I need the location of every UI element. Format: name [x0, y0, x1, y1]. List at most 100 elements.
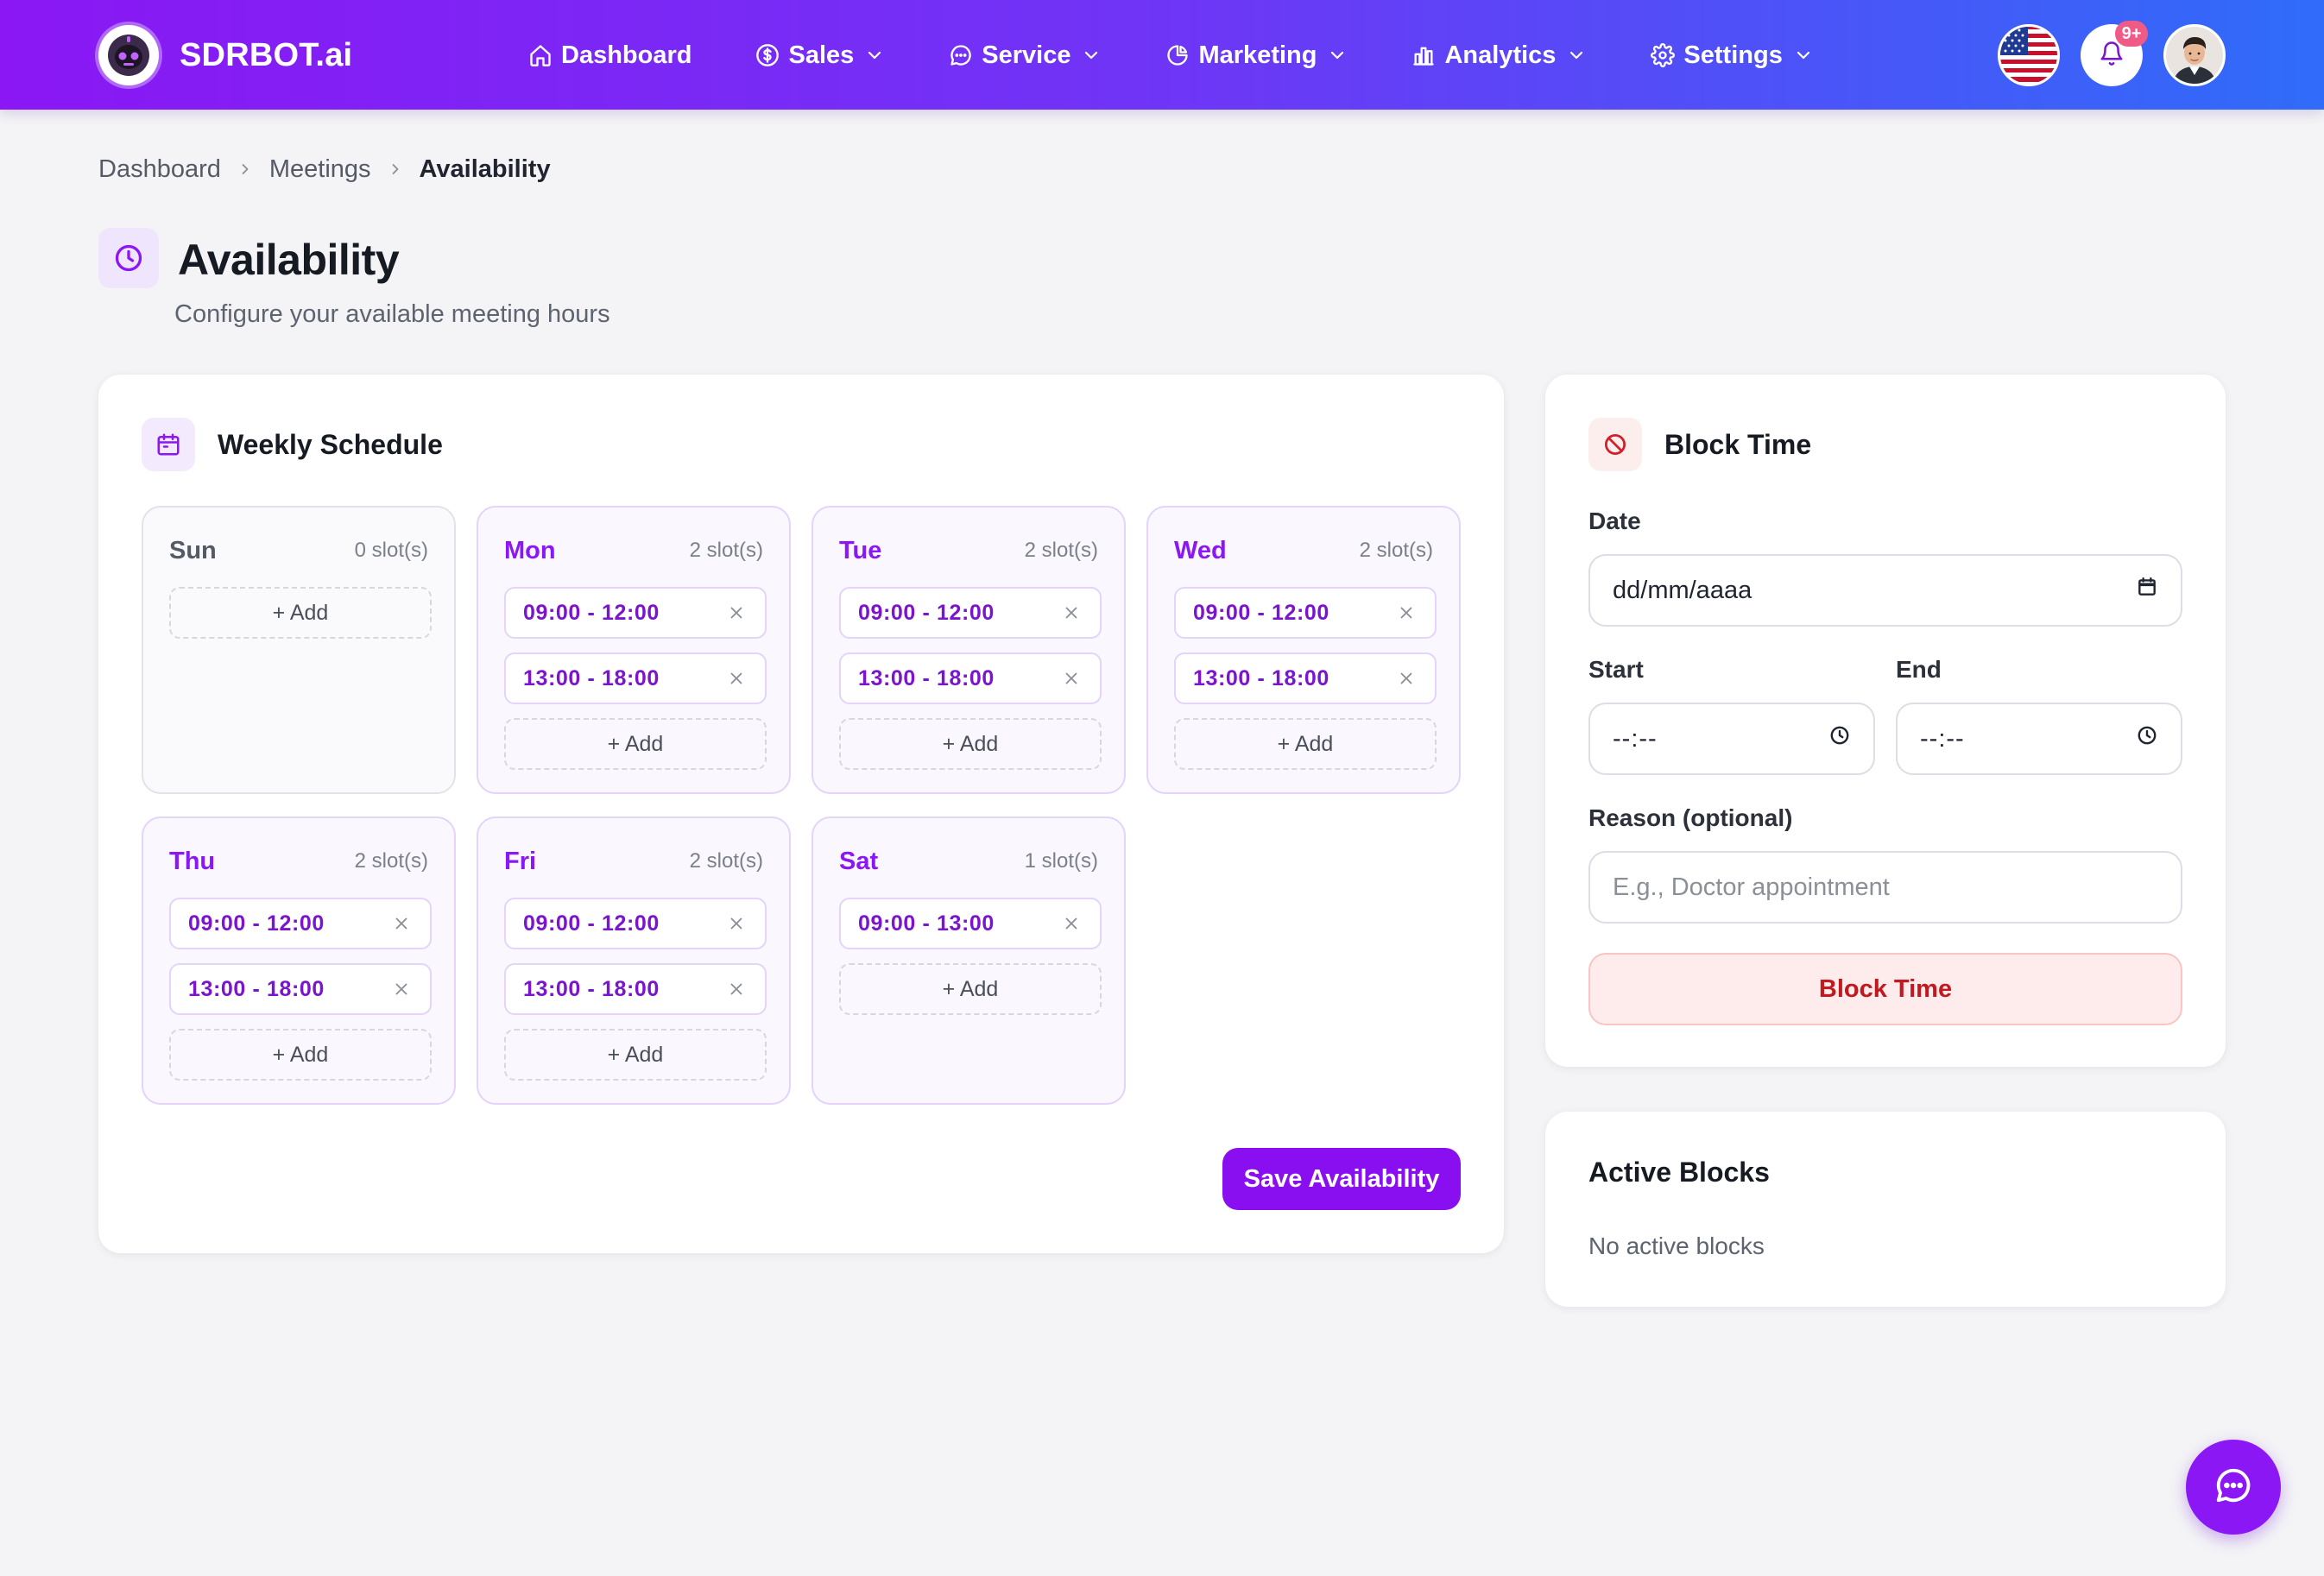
brand[interactable]: SDRBOT.ai [98, 24, 352, 86]
chevron-down-icon [864, 45, 885, 66]
add-slot-button[interactable]: + Add [1174, 718, 1437, 770]
chevron-right-icon [387, 161, 404, 178]
start-time-value: --:-- [1613, 724, 1658, 753]
main-nav: Dashboard Sales Service Marketing Analyt… [528, 31, 1878, 79]
day-name: Sun [169, 536, 217, 564]
chat-icon [2213, 1466, 2253, 1510]
slot-time: 13:00 - 18:00 [188, 976, 325, 1001]
active-blocks-card: Active Blocks No active blocks [1545, 1112, 2226, 1307]
time-slot: 13:00 - 18:00 [169, 963, 432, 1015]
start-time-input[interactable]: --:-- [1588, 703, 1875, 775]
slot-count: 1 slot(s) [1024, 849, 1098, 873]
block-time-header: Block Time [1588, 418, 1811, 471]
nav-item-marketing[interactable]: Marketing [1165, 41, 1348, 70]
user-avatar[interactable] [2163, 24, 2226, 86]
slot-time: 09:00 - 12:00 [1193, 600, 1329, 625]
weekly-schedule-card: Weekly Schedule Sun 0 slot(s) + Add Mon 2 … [98, 375, 1504, 1253]
day-name: Wed [1174, 536, 1227, 564]
dollar-circle-icon [755, 43, 780, 67]
remove-slot-icon[interactable] [727, 980, 746, 999]
clock-icon [98, 228, 159, 288]
remove-slot-icon[interactable] [1062, 914, 1081, 933]
time-slot: 09:00 - 12:00 [169, 898, 432, 949]
slot-time: 09:00 - 12:00 [523, 600, 660, 625]
nav-item-settings[interactable]: Settings [1651, 41, 1813, 70]
date-input[interactable]: dd/mm/aaaa [1588, 554, 2182, 627]
reason-placeholder: E.g., Doctor appointment [1613, 873, 1890, 901]
remove-slot-icon[interactable] [392, 914, 411, 933]
nav-item-label: Analytics [1444, 41, 1557, 69]
chevron-down-icon [1081, 45, 1102, 66]
nav-item-analytics[interactable]: Analytics [1411, 41, 1587, 70]
remove-slot-icon[interactable] [1397, 603, 1416, 622]
remove-slot-icon[interactable] [1062, 603, 1081, 622]
nav-item-sales[interactable]: Sales [755, 41, 885, 70]
day-name: Fri [504, 847, 537, 875]
gear-icon [1651, 43, 1676, 67]
remove-slot-icon[interactable] [727, 914, 746, 933]
day-tue: Tue 2 slot(s) 09:00 - 12:00 13:00 - 18:00… [812, 506, 1126, 794]
top-navbar: SDRBOT.ai Dashboard Sales Service Market… [0, 0, 2324, 110]
slot-count: 0 slot(s) [354, 539, 428, 562]
add-slot-button[interactable]: + Add [504, 1029, 767, 1081]
clock-icon[interactable] [1828, 724, 1851, 753]
date-value: dd/mm/aaaa [1613, 576, 1752, 604]
slot-count: 2 slot(s) [354, 849, 428, 873]
add-slot-button[interactable]: + Add [839, 963, 1102, 1015]
time-slot: 09:00 - 12:00 [1174, 587, 1437, 639]
nav-item-service[interactable]: Service [949, 41, 1102, 70]
block-time-button[interactable]: Block Time [1588, 953, 2182, 1025]
chat-launcher-button[interactable] [2186, 1440, 2281, 1535]
notifications-button[interactable]: 9+ [2081, 21, 2148, 86]
slot-count: 2 slot(s) [689, 849, 763, 873]
add-slot-button[interactable]: + Add [169, 1029, 432, 1081]
slot-time: 13:00 - 18:00 [523, 976, 660, 1001]
add-slot-button[interactable]: + Add [839, 718, 1102, 770]
end-time-input[interactable]: --:-- [1896, 703, 2182, 775]
day-mon: Mon 2 slot(s) 09:00 - 12:00 13:00 - 18:00… [477, 506, 791, 794]
time-slot: 09:00 - 13:00 [839, 898, 1102, 949]
breadcrumb: Dashboard Meetings Availability [98, 154, 551, 185]
nav-item-label: Sales [788, 41, 855, 69]
slot-time: 09:00 - 12:00 [523, 911, 660, 936]
day-name: Sat [839, 847, 879, 875]
time-slot: 13:00 - 18:00 [1174, 652, 1437, 704]
date-label: Date [1588, 507, 1641, 534]
add-slot-button[interactable]: + Add [504, 718, 767, 770]
remove-slot-icon[interactable] [727, 603, 746, 622]
nav-item-dashboard[interactable]: Dashboard [528, 41, 692, 70]
time-slot: 09:00 - 12:00 [504, 898, 767, 949]
remove-slot-icon[interactable] [1062, 669, 1081, 688]
breadcrumb-availability: Availability [419, 154, 551, 183]
start-label: Start [1588, 656, 1644, 683]
clock-icon[interactable] [2136, 724, 2158, 753]
robot-icon [98, 25, 159, 85]
slot-count: 2 slot(s) [689, 539, 763, 562]
breadcrumb-dashboard[interactable]: Dashboard [98, 155, 221, 184]
add-slot-button[interactable]: + Add [169, 587, 432, 639]
day-name: Tue [839, 536, 882, 564]
end-time-value: --:-- [1920, 724, 1965, 753]
calendar-picker-icon[interactable] [2136, 576, 2158, 605]
save-availability-button[interactable]: Save Availability [1222, 1148, 1461, 1210]
pie-chart-icon [1165, 43, 1190, 67]
slot-time: 09:00 - 12:00 [858, 600, 995, 625]
brand-name: SDRBOT.ai [180, 36, 353, 73]
end-label: End [1896, 656, 1942, 683]
home-icon [528, 43, 553, 67]
nav-item-label: Settings [1683, 41, 1783, 69]
time-slot: 09:00 - 12:00 [504, 587, 767, 639]
calendar-icon [142, 418, 195, 471]
language-selector[interactable] [1998, 24, 2060, 86]
page-subtitle: Configure your available meeting hours [174, 300, 610, 328]
chevron-down-icon [1793, 45, 1814, 66]
remove-slot-icon[interactable] [727, 669, 746, 688]
active-blocks-empty: No active blocks [1588, 1232, 1765, 1259]
reason-input[interactable]: E.g., Doctor appointment [1588, 851, 2182, 924]
remove-slot-icon[interactable] [392, 980, 411, 999]
day-wed: Wed 2 slot(s) 09:00 - 12:00 13:00 - 18:00… [1146, 506, 1461, 794]
remove-slot-icon[interactable] [1397, 669, 1416, 688]
chevron-down-icon [1327, 45, 1348, 66]
breadcrumb-meetings[interactable]: Meetings [269, 155, 371, 184]
day-fri: Fri 2 slot(s) 09:00 - 12:00 13:00 - 18:00… [477, 816, 791, 1105]
